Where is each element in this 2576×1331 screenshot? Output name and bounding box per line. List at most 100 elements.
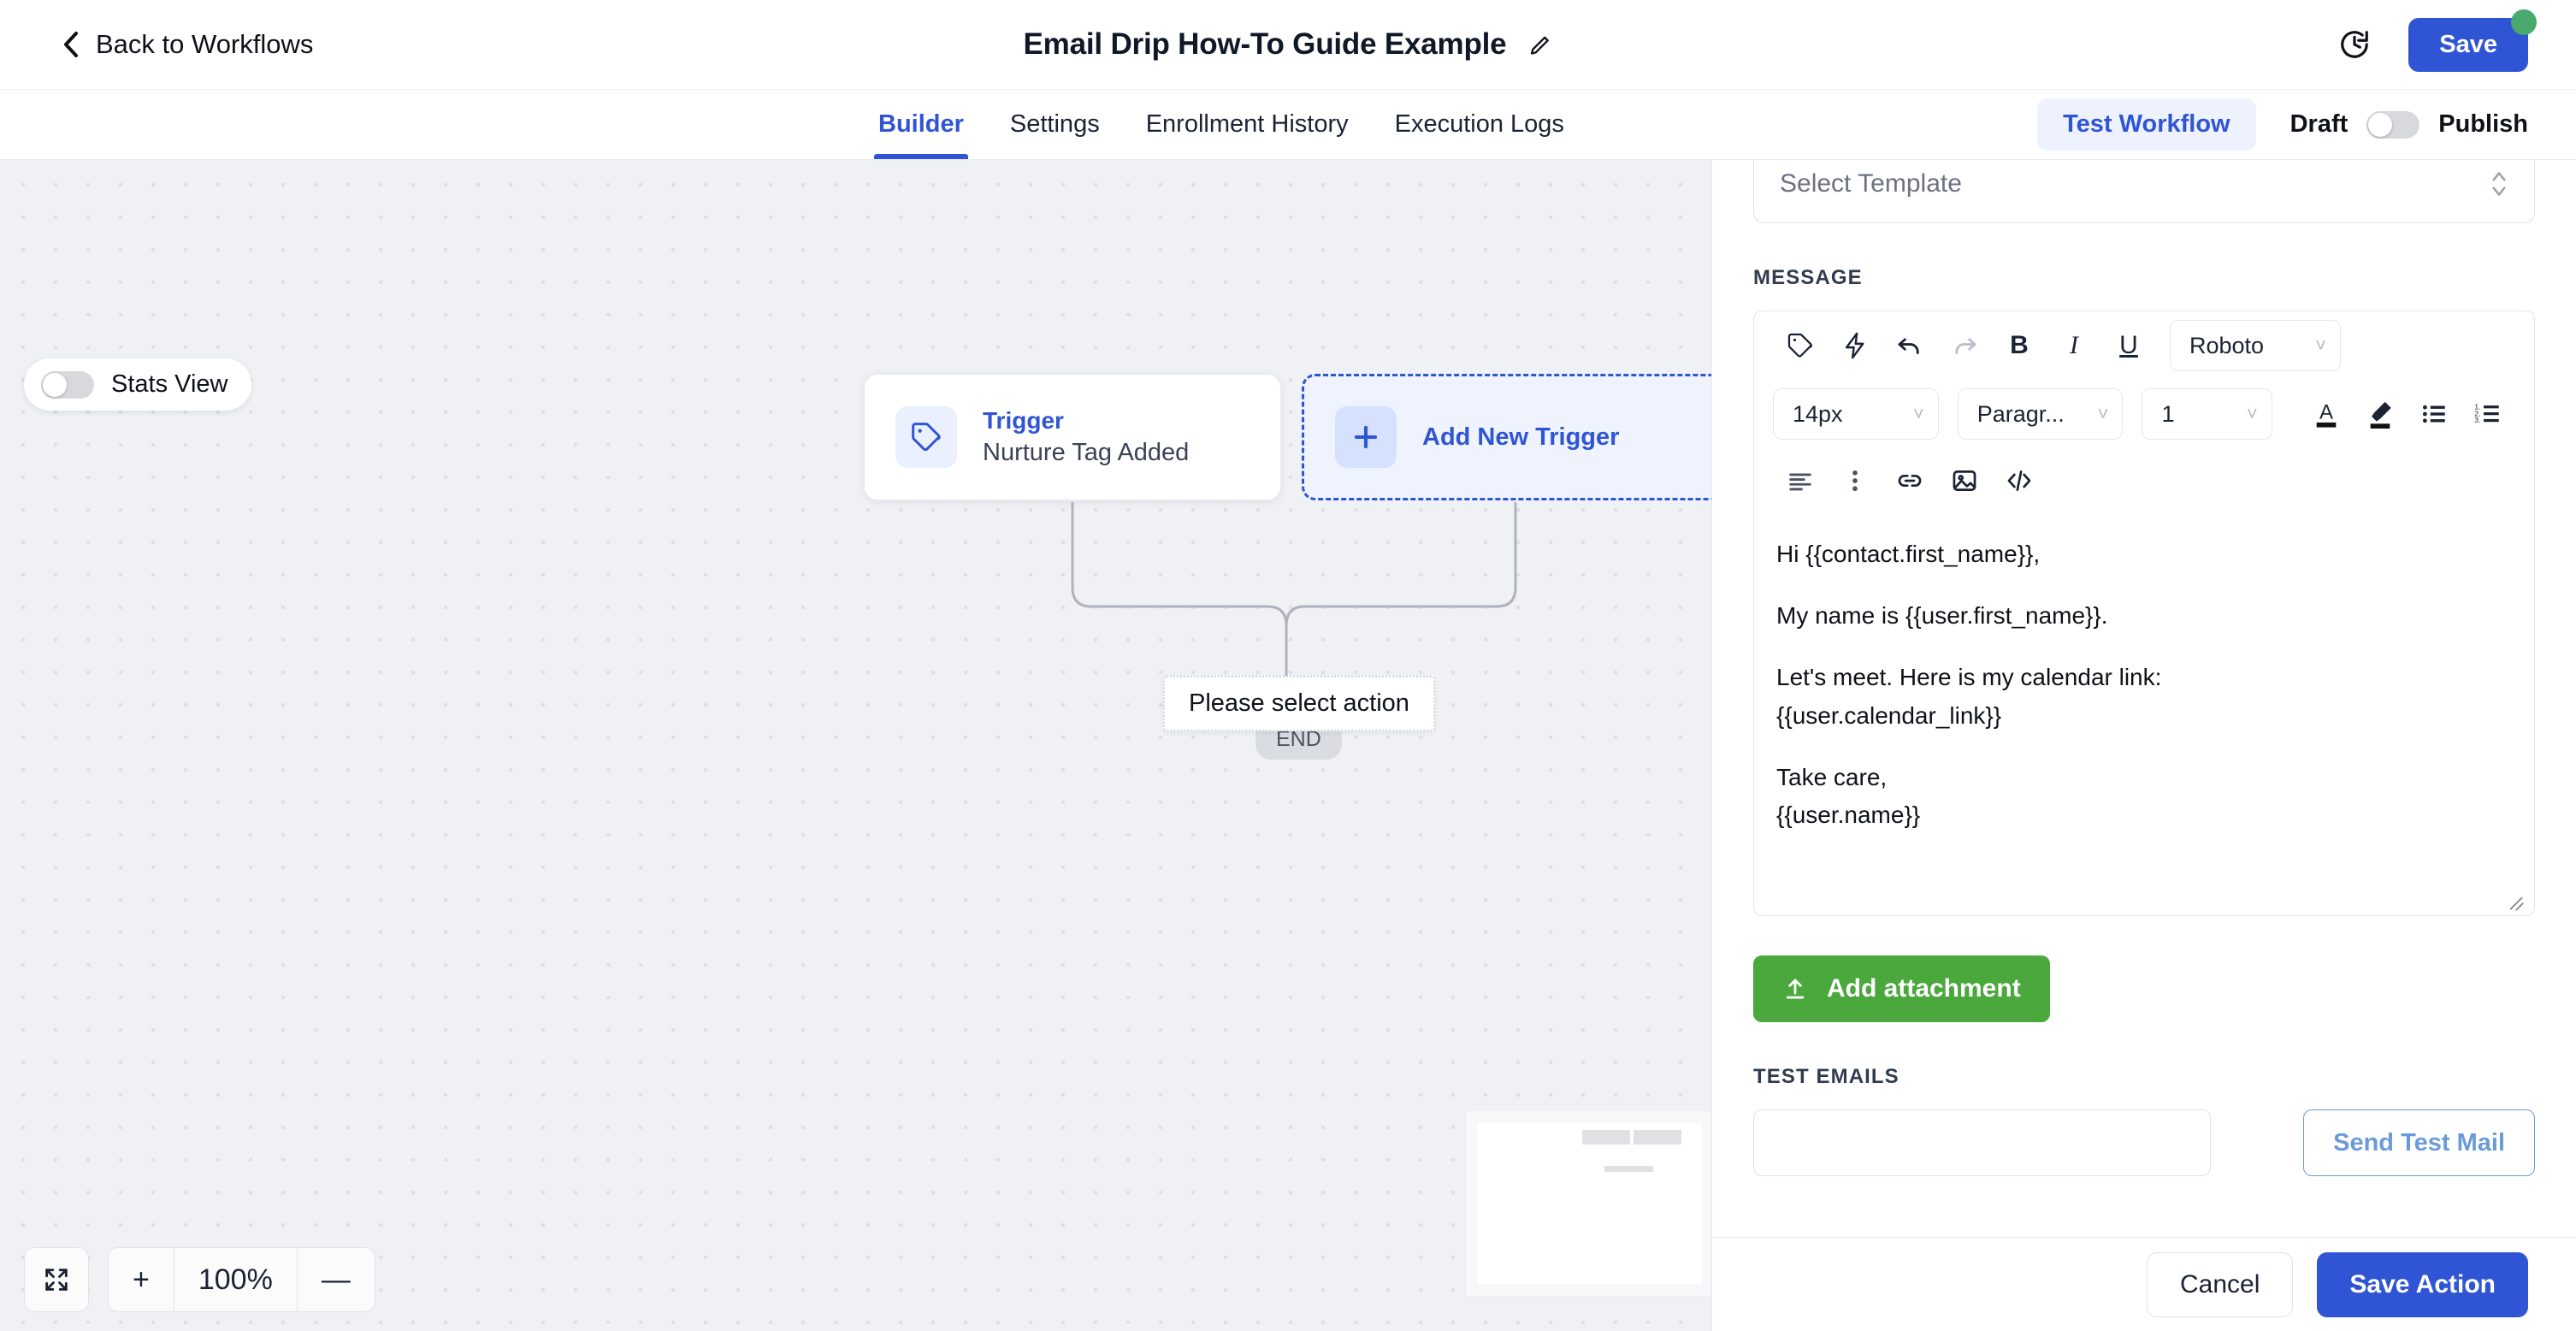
align-left-icon[interactable] <box>1773 457 1828 505</box>
chevron-down-icon: ˅ <box>2246 403 2258 424</box>
line-height-value: 1 <box>2161 400 2175 427</box>
font-family-select[interactable]: Roboto ˅ <box>2170 320 2341 371</box>
tab-builder[interactable]: Builder <box>855 90 987 159</box>
save-action-button[interactable]: Save Action <box>2317 1251 2528 1317</box>
toggle-knob <box>2368 112 2393 137</box>
cancel-button[interactable]: Cancel <box>2146 1251 2294 1317</box>
test-emails-input[interactable] <box>1753 1109 2212 1176</box>
trigger-node-subtitle: Nurture Tag Added <box>983 439 1190 466</box>
panel-footer: Cancel Save Action <box>1712 1237 2576 1331</box>
chevron-up-down-icon <box>2490 165 2508 203</box>
minimap-viewport <box>1478 1123 1702 1284</box>
zoom-in-button[interactable]: + <box>109 1248 174 1311</box>
message-line-3: Let's meet. Here is my calendar link: {{… <box>1776 659 2512 734</box>
page-title: Email Drip How-To Guide Example <box>1023 27 1507 61</box>
stats-view-toggle[interactable]: Stats View <box>24 358 252 411</box>
undo-icon[interactable] <box>1882 322 1937 370</box>
tab-bar-actions: Test Workflow Draft Publish <box>2037 98 2528 151</box>
workflow-title-group: Email Drip How-To Guide Example <box>1024 27 1553 62</box>
minimap-node <box>1604 1166 1653 1172</box>
publish-toggle[interactable] <box>2366 110 2420 139</box>
svg-text:A: A <box>2319 401 2334 424</box>
draft-publish-group: Draft Publish <box>2290 110 2528 139</box>
message-line-4b: {{user.name}} <box>1776 802 1921 829</box>
message-line-1: Hi {{contact.first_name}}, <box>1776 541 2041 567</box>
trigger-node[interactable]: Trigger Nurture Tag Added <box>864 374 1281 500</box>
editor-toolbar-row-1: B I U Roboto ˅ <box>1754 311 2534 380</box>
back-to-workflows-link[interactable]: Back to Workflows <box>62 29 313 60</box>
chevron-left-icon <box>62 31 80 58</box>
publish-label: Publish <box>2438 110 2528 138</box>
send-test-mail-button[interactable]: Send Test Mail <box>2303 1109 2535 1176</box>
more-options-icon[interactable] <box>1828 457 1882 505</box>
stats-view-switch[interactable] <box>41 370 94 399</box>
link-icon[interactable] <box>1882 457 1937 505</box>
action-config-panel: Select Template MESSAGE B I U Roboto ˅ 1… <box>1711 160 2576 1331</box>
image-icon[interactable] <box>1937 457 1992 505</box>
fit-to-screen-button[interactable] <box>24 1247 89 1312</box>
line-height-select[interactable]: 1 ˅ <box>2142 388 2272 440</box>
message-line-3a: Let's meet. Here is my calendar link: <box>1776 664 2162 691</box>
draft-label: Draft <box>2289 110 2349 138</box>
save-button[interactable]: Save <box>2408 17 2528 72</box>
bullet-list-icon[interactable] <box>2408 390 2461 438</box>
toggle-knob <box>43 372 67 397</box>
tab-enrollment-history[interactable]: Enrollment History <box>1123 90 1372 159</box>
font-size-select[interactable]: 14px ˅ <box>1773 388 1939 440</box>
zoom-level-group: + 100% — <box>108 1247 375 1312</box>
zoom-controls: + 100% — <box>24 1247 375 1312</box>
add-attachment-button[interactable]: Add attachment <box>1753 955 2050 1022</box>
back-label: Back to Workflows <box>96 29 314 59</box>
font-family-value: Roboto <box>2189 332 2265 358</box>
pencil-icon[interactable] <box>1528 33 1552 56</box>
message-line-4: Take care, {{user.name}} <box>1776 759 2512 834</box>
zoom-level-value: 100% <box>198 1263 273 1296</box>
trigger-node-texts: Trigger Nurture Tag Added <box>983 407 1189 467</box>
test-workflow-button[interactable]: Test Workflow <box>2037 98 2256 151</box>
merge-tag-icon[interactable] <box>1773 322 1828 370</box>
bold-icon[interactable]: B <box>1992 322 2047 370</box>
minimap-node <box>1634 1130 1681 1145</box>
zoom-out-button[interactable]: — <box>298 1248 375 1311</box>
canvas-minimap[interactable] <box>1465 1110 1711 1297</box>
tab-execution-logs[interactable]: Execution Logs <box>1372 90 1587 159</box>
editor-toolbar-row-3 <box>1754 448 2534 513</box>
message-section-label: MESSAGE <box>1753 266 1863 289</box>
upload-icon <box>1782 976 1808 1002</box>
add-new-trigger-label: Add New Trigger <box>1422 423 1620 451</box>
editor-toolbar-row-2: 14px ˅ Paragr... ˅ 1 ˅ A 1. 2. 3. <box>1754 380 2534 448</box>
history-clock-icon[interactable] <box>2338 28 2371 61</box>
minimap-node <box>1582 1130 1630 1145</box>
lightning-icon[interactable] <box>1828 322 1882 370</box>
italic-icon[interactable]: I <box>2047 322 2101 370</box>
panel-scroll-area: Select Template MESSAGE B I U Roboto ˅ 1… <box>1712 160 2576 1237</box>
workflow-builder-app: Back to Workflows Email Drip How-To Guid… <box>0 0 2576 1331</box>
redo-icon[interactable] <box>1937 322 1992 370</box>
workflow-canvas[interactable]: Stats View Trigger Nurture Tag Added Add… <box>0 160 1711 1331</box>
node-connectors <box>1071 502 1517 683</box>
trigger-node-title: Trigger <box>983 407 1064 434</box>
code-icon[interactable] <box>1992 457 2047 505</box>
chevron-down-icon: ˅ <box>2097 403 2109 424</box>
add-attachment-label: Add attachment <box>1827 974 2021 1003</box>
text-color-icon[interactable]: A <box>2300 390 2354 438</box>
test-emails-row: Send Test Mail <box>1753 1109 2535 1176</box>
editor-resize-handle[interactable] <box>2503 886 2526 911</box>
block-format-select[interactable]: Paragr... ˅ <box>1957 388 2124 440</box>
svg-text:3.: 3. <box>2475 416 2481 424</box>
numbered-list-icon[interactable]: 1. 2. 3. <box>2461 390 2515 438</box>
message-line-4a: Take care, <box>1776 763 1888 790</box>
message-line-2: My name is {{user.first_name}}. <box>1776 602 2108 630</box>
tab-settings[interactable]: Settings <box>987 90 1123 159</box>
chevron-down-icon: ˅ <box>1912 403 1924 424</box>
template-select[interactable]: Select Template <box>1753 160 2535 223</box>
underline-icon[interactable]: U <box>2101 322 2156 370</box>
add-new-trigger-node[interactable]: Add New Trigger <box>1302 374 1711 500</box>
highlight-icon[interactable] <box>2354 390 2408 438</box>
plus-icon <box>1335 406 1397 468</box>
font-size-value: 14px <box>1793 400 1843 427</box>
message-line-3b: {{user.calendar_link}} <box>1776 701 2002 729</box>
stats-view-label: Stats View <box>111 370 228 398</box>
tag-icon <box>895 406 957 468</box>
message-body-editor[interactable]: Hi {{contact.first_name}}, My name is {{… <box>1754 513 2534 915</box>
